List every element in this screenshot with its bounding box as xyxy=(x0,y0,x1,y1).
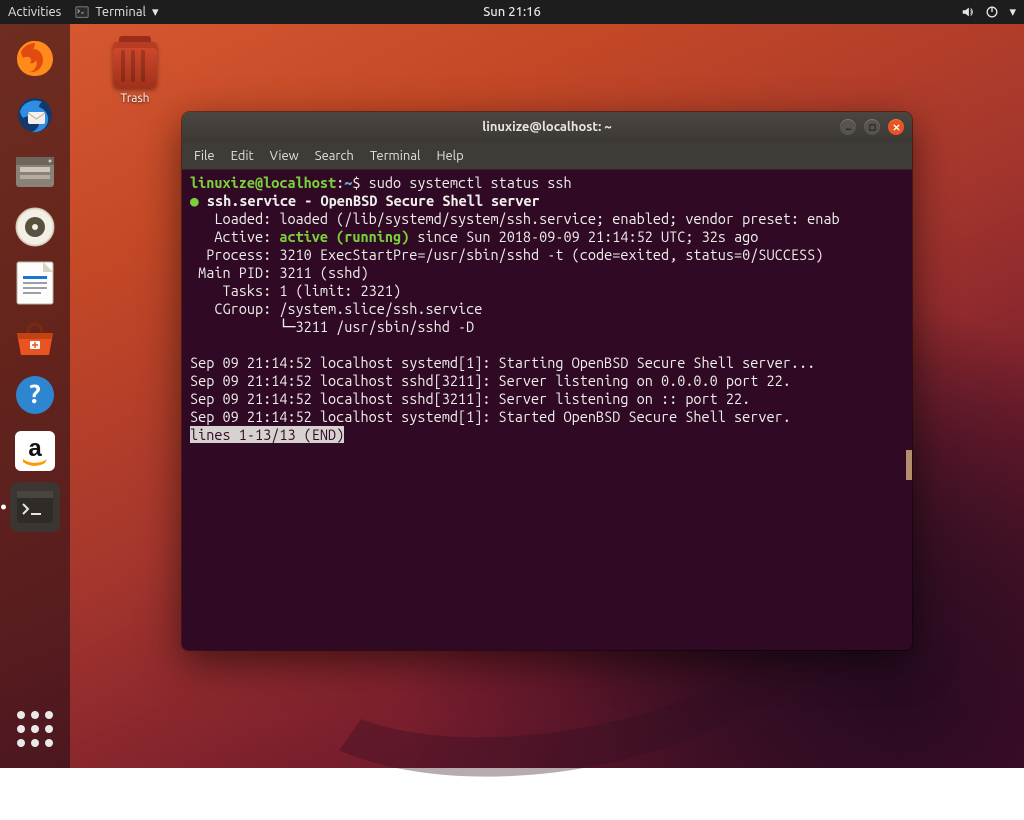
active-rest: since Sun 2018-09-09 21:14:52 UTC; 32s a… xyxy=(409,228,758,245)
status-dot: ● xyxy=(190,192,199,209)
trash-label: Trash xyxy=(100,92,170,105)
menu-terminal[interactable]: Terminal xyxy=(370,149,421,163)
launcher-libreoffice-writer[interactable] xyxy=(10,258,60,308)
app-menu-label: Terminal xyxy=(95,5,146,19)
terminal-output[interactable]: linuxize@localhost:~$ sudo systemctl sta… xyxy=(182,170,912,650)
launcher-dock: ? a xyxy=(0,24,70,768)
tasks-line: Tasks: 1 (limit: 2321) xyxy=(190,282,401,299)
cgroup-child-line: └─3211 /usr/sbin/sshd -D xyxy=(190,318,474,335)
terminal-icon xyxy=(75,5,89,19)
desktop-trash[interactable]: Trash xyxy=(100,42,170,105)
amazon-icon: a xyxy=(13,429,57,473)
launcher-rhythmbox[interactable] xyxy=(10,202,60,252)
window-titlebar[interactable]: linuxize@localhost: ~ xyxy=(182,112,912,142)
writer-icon xyxy=(15,260,55,306)
menu-help[interactable]: Help xyxy=(436,149,463,163)
trash-icon xyxy=(113,42,157,88)
menu-search[interactable]: Search xyxy=(315,149,354,163)
launcher-firefox[interactable] xyxy=(10,34,60,84)
desktop: Activities Terminal ▾ Sun 21:16 ▾ Trash xyxy=(0,0,1024,768)
rhythmbox-icon xyxy=(14,206,56,248)
launcher-terminal[interactable] xyxy=(10,482,60,532)
app-menu[interactable]: Terminal ▾ xyxy=(75,5,158,20)
firefox-icon xyxy=(14,38,56,80)
prompt-user-host: linuxize@localhost xyxy=(190,174,336,191)
terminal-window: linuxize@localhost: ~ File Edit View Sea… xyxy=(182,112,912,650)
thunderbird-icon xyxy=(14,94,56,136)
terminal-scrollbar[interactable] xyxy=(906,450,912,480)
svg-text:a: a xyxy=(28,435,42,462)
command-text: sudo systemctl status ssh xyxy=(369,174,572,191)
unit-line: ssh.service - OpenBSD Secure Shell serve… xyxy=(199,192,540,209)
terminal-menubar: File Edit View Search Terminal Help xyxy=(182,142,912,170)
log-line-1: Sep 09 21:14:52 localhost systemd[1]: St… xyxy=(190,354,815,371)
process-line: Process: 3210 ExecStartPre=/usr/sbin/ssh… xyxy=(190,246,823,263)
launcher-amazon[interactable]: a xyxy=(10,426,60,476)
log-line-3: Sep 09 21:14:52 localhost sshd[3211]: Se… xyxy=(190,390,750,407)
active-label: Active: xyxy=(190,228,279,245)
files-icon xyxy=(13,151,57,191)
window-minimize-button[interactable] xyxy=(840,119,856,135)
chevron-down-icon: ▾ xyxy=(152,5,159,20)
menu-file[interactable]: File xyxy=(194,149,215,163)
volume-icon xyxy=(961,5,975,19)
window-maximize-button[interactable] xyxy=(864,119,880,135)
help-icon: ? xyxy=(14,374,56,416)
system-menu[interactable]: ▾ xyxy=(961,5,1016,20)
window-close-button[interactable] xyxy=(888,119,904,135)
menu-view[interactable]: View xyxy=(270,149,299,163)
prompt-symbol: $ xyxy=(352,174,368,191)
cgroup-line: CGroup: /system.slice/ssh.service xyxy=(190,300,482,317)
activities-button[interactable]: Activities xyxy=(8,5,61,19)
top-bar: Activities Terminal ▾ Sun 21:16 ▾ xyxy=(0,0,1024,24)
launcher-ubuntu-software[interactable] xyxy=(10,314,60,364)
log-line-2: Sep 09 21:14:52 localhost sshd[3211]: Se… xyxy=(190,372,791,389)
menu-edit[interactable]: Edit xyxy=(231,149,254,163)
software-icon xyxy=(13,319,57,359)
launcher-thunderbird[interactable] xyxy=(10,90,60,140)
svg-text:?: ? xyxy=(29,379,40,408)
log-line-4: Sep 09 21:14:52 localhost systemd[1]: St… xyxy=(190,408,791,425)
clock[interactable]: Sun 21:16 xyxy=(483,5,541,19)
window-title: linuxize@localhost: ~ xyxy=(482,120,611,134)
terminal-icon xyxy=(15,489,55,525)
launcher-help[interactable]: ? xyxy=(10,370,60,420)
pager-status: lines 1-13/13 (END) xyxy=(190,426,344,443)
launcher-files[interactable] xyxy=(10,146,60,196)
chevron-down-icon: ▾ xyxy=(1009,5,1016,20)
loaded-line: Loaded: loaded (/lib/systemd/system/ssh.… xyxy=(190,210,840,227)
active-value: active (running) xyxy=(279,228,409,245)
power-icon xyxy=(985,5,999,19)
mainpid-line: Main PID: 3211 (sshd) xyxy=(190,264,369,281)
show-applications-button[interactable] xyxy=(10,704,60,754)
